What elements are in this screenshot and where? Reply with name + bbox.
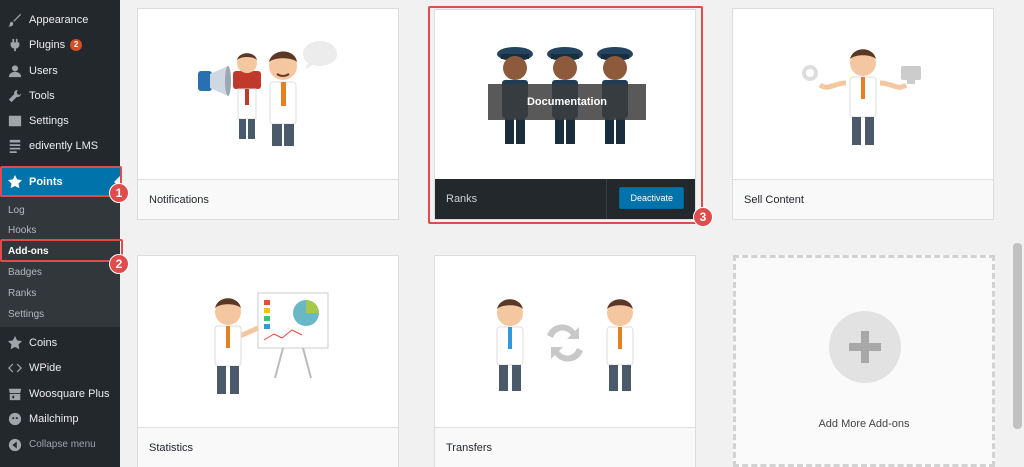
collapse-label: Collapse menu bbox=[29, 439, 96, 450]
addon-footer-ranks: Ranks Deactivate bbox=[435, 179, 695, 219]
sidebar-item-label: Settings bbox=[29, 114, 69, 127]
sidebar-item-label: Appearance bbox=[29, 13, 89, 26]
star-icon bbox=[8, 335, 22, 350]
sidebar-item-label: Points bbox=[29, 176, 63, 188]
code-icon bbox=[8, 361, 22, 375]
sidebar-item-wpide[interactable]: WPide bbox=[0, 355, 120, 380]
documentation-link[interactable]: Documentation bbox=[488, 84, 646, 120]
submenu-item-badges[interactable]: Badges bbox=[0, 262, 120, 282]
sidebar-item-label: Coins bbox=[29, 336, 58, 349]
submenu-label: Settings bbox=[8, 308, 45, 320]
sidebar-item-label: edivently LMS bbox=[29, 139, 99, 152]
page-scrollbar[interactable] bbox=[1013, 243, 1022, 429]
document-icon bbox=[8, 139, 22, 153]
update-count-badge: 2 bbox=[70, 38, 83, 51]
sidebar-item-tools[interactable]: Tools bbox=[0, 83, 120, 108]
addon-title-transfers[interactable]: Transfers bbox=[435, 427, 695, 467]
sidebar-item-settings[interactable]: Settings bbox=[0, 108, 120, 133]
paintbrush-icon bbox=[8, 13, 22, 27]
submenu-label: Ranks bbox=[8, 287, 37, 299]
settings-icon bbox=[8, 114, 22, 128]
sidebar-item-edivently-lms[interactable]: edivently LMS bbox=[0, 133, 120, 158]
addon-card-notifications: Notifications bbox=[137, 8, 399, 220]
sidebar-item-appearance[interactable]: Appearance bbox=[0, 7, 120, 32]
sidebar-item-users[interactable]: Users bbox=[0, 58, 120, 83]
sidebar-item-label: Plugins bbox=[29, 38, 66, 51]
submenu-item-log[interactable]: Log bbox=[0, 200, 120, 220]
addon-card-sell-content: Sell Content bbox=[732, 8, 994, 220]
addon-title-notifications[interactable]: Notifications bbox=[138, 179, 398, 219]
sidebar-item-label: Users bbox=[29, 64, 58, 77]
sidebar-item-label: Mailchimp bbox=[29, 412, 79, 425]
mailchimp-icon bbox=[8, 412, 22, 426]
submenu-label: Add-ons bbox=[8, 245, 49, 257]
submenu-label: Log bbox=[8, 204, 25, 216]
notifications-illustration bbox=[138, 9, 398, 182]
addon-title-ranks: Ranks bbox=[446, 193, 478, 205]
sidebar-item-mailchimp[interactable]: Mailchimp bbox=[0, 406, 120, 431]
sidebar-item-points[interactable]: Points bbox=[0, 167, 120, 197]
collapse-icon bbox=[8, 438, 22, 452]
submenu-label: Badges bbox=[8, 266, 42, 278]
sell-content-illustration bbox=[733, 9, 993, 182]
annotation-2: 2 bbox=[109, 254, 129, 274]
footer-divider bbox=[606, 179, 607, 219]
addon-title-statistics[interactable]: Statistics bbox=[138, 427, 398, 467]
admin-sidebar: Appearance Plugins 2 Users Tools Setting… bbox=[0, 0, 120, 467]
submenu-label: Hooks bbox=[8, 224, 37, 236]
collapse-menu-button[interactable]: Collapse menu bbox=[0, 432, 120, 457]
submenu-item-ranks[interactable]: Ranks bbox=[0, 283, 120, 303]
sidebar-item-plugins[interactable]: Plugins 2 bbox=[0, 32, 120, 57]
user-icon bbox=[8, 64, 22, 78]
sidebar-item-label: Woosquare Plus bbox=[29, 387, 110, 400]
star-icon bbox=[8, 175, 22, 189]
deactivate-button[interactable]: Deactivate bbox=[619, 187, 684, 209]
wrench-icon bbox=[8, 89, 22, 103]
sidebar-item-label: Tools bbox=[29, 89, 55, 102]
submenu-item-settings[interactable]: Settings bbox=[0, 304, 120, 324]
submenu-item-hooks[interactable]: Hooks bbox=[0, 220, 120, 240]
sidebar-item-label: WPide bbox=[29, 361, 62, 374]
addon-title-sell-content[interactable]: Sell Content bbox=[733, 179, 993, 219]
annotation-1: 1 bbox=[109, 183, 129, 203]
sidebar-item-coins[interactable]: Coins bbox=[0, 330, 120, 355]
transfers-illustration bbox=[435, 256, 695, 429]
add-more-addons-card[interactable]: Add More Add-ons bbox=[733, 255, 995, 467]
submenu-item-add-ons[interactable]: Add-ons bbox=[0, 241, 120, 261]
sidebar-item-woosquare-plus[interactable]: Woosquare Plus bbox=[0, 381, 120, 406]
addon-card-statistics: Statistics bbox=[137, 255, 399, 467]
statistics-illustration bbox=[138, 256, 398, 429]
annotation-3: 3 bbox=[693, 207, 713, 227]
plugin-icon bbox=[8, 38, 22, 52]
add-more-label: Add More Add-ons bbox=[818, 418, 910, 430]
plus-icon bbox=[829, 311, 901, 383]
store-icon bbox=[8, 387, 22, 401]
addon-card-transfers: Transfers bbox=[434, 255, 696, 467]
addon-card-ranks: Documentation Ranks Deactivate bbox=[434, 9, 696, 220]
